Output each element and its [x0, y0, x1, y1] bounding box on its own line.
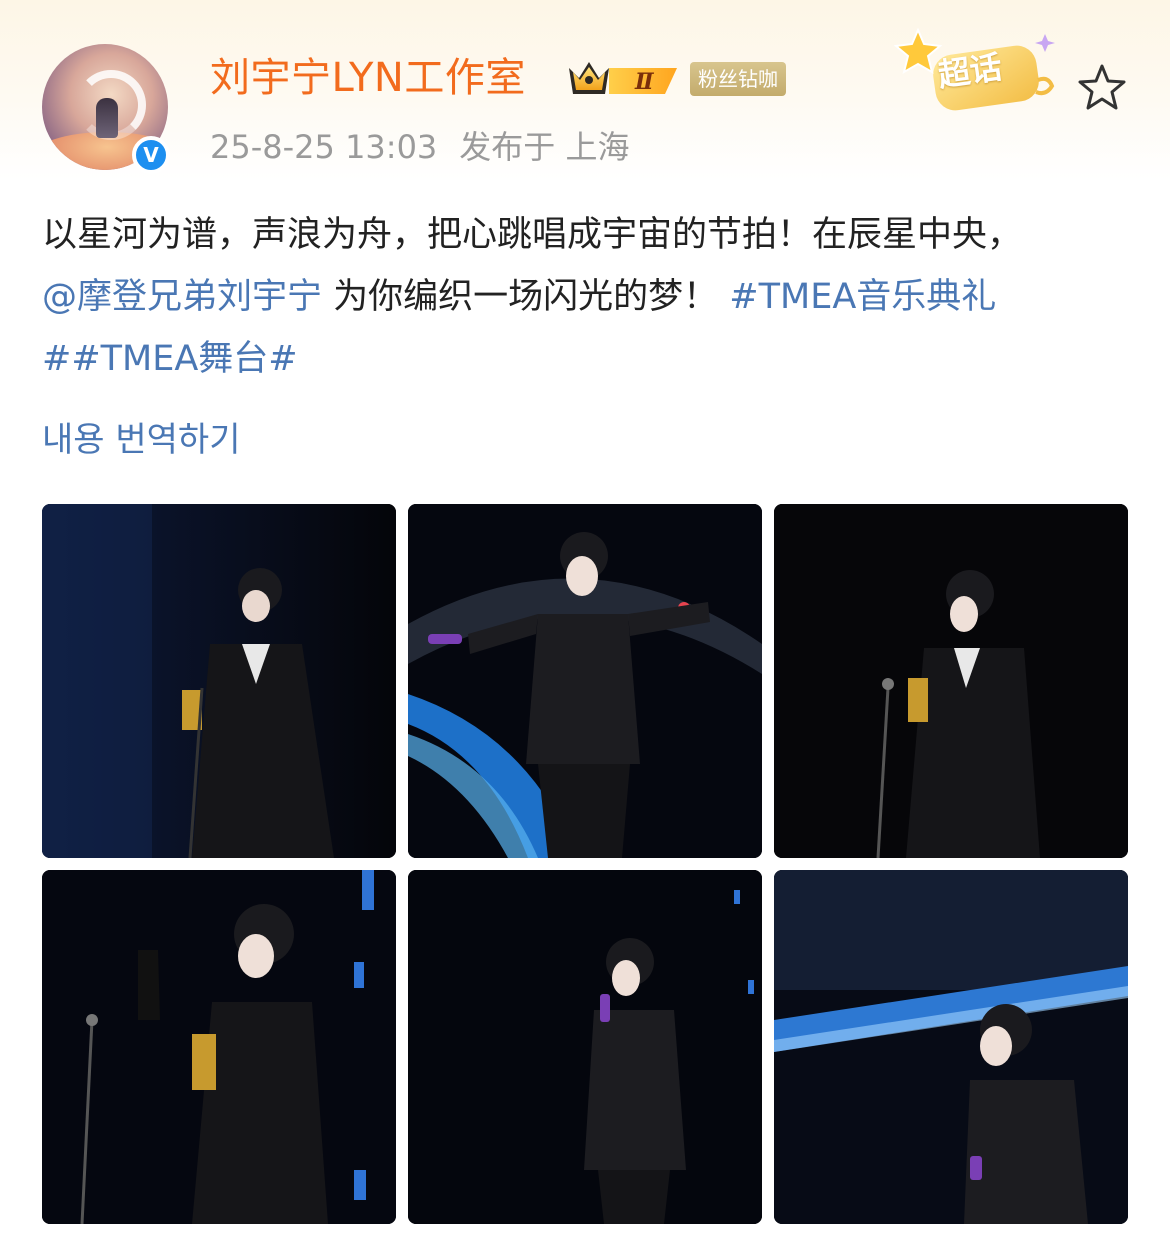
- chaohua-label[interactable]: 超话: [935, 46, 1005, 97]
- avatar-figure: [96, 98, 118, 138]
- photo-3[interactable]: [774, 504, 1128, 858]
- photo-1[interactable]: [42, 504, 396, 858]
- photo-5[interactable]: [408, 870, 762, 1224]
- photo-2[interactable]: [408, 504, 762, 858]
- post-text: 以星河为谱，声浪为舟，把心跳唱成宇宙的节拍！在辰星中央， @摩登兄弟刘宇宁 为你…: [42, 204, 1132, 390]
- mention-link[interactable]: @摩登兄弟刘宇宁: [42, 277, 322, 317]
- hashtag-link-2[interactable]: ##TMEA舞台#: [42, 339, 298, 379]
- crown-icon[interactable]: Ⅱ: [565, 58, 683, 100]
- star-outline-icon[interactable]: [1076, 62, 1128, 114]
- verified-v-icon: V: [132, 136, 170, 174]
- author-name[interactable]: 刘宇宁LYN工作室: [210, 52, 526, 104]
- photo-4[interactable]: [42, 870, 396, 1224]
- post-text-part1: 以星河为谱，声浪为舟，把心跳唱成宇宙的节拍！在辰星中央，: [42, 215, 1023, 255]
- hashtag-link-1[interactable]: #TMEA音乐典礼: [729, 277, 996, 317]
- translate-link[interactable]: 내용 번역하기: [42, 416, 241, 464]
- post-meta: 25-8-25 13:03 发布于 上海: [210, 125, 629, 169]
- photo-6[interactable]: [774, 870, 1128, 1224]
- post-date: 25-8-25 13:03: [210, 128, 438, 166]
- level-badge: Ⅱ: [634, 69, 655, 95]
- fan-badge[interactable]: 粉丝钻咖: [690, 62, 786, 96]
- post-text-part2: 为你编织一场闪光的梦！: [322, 277, 719, 317]
- post-location: 发布于 上海: [459, 128, 630, 166]
